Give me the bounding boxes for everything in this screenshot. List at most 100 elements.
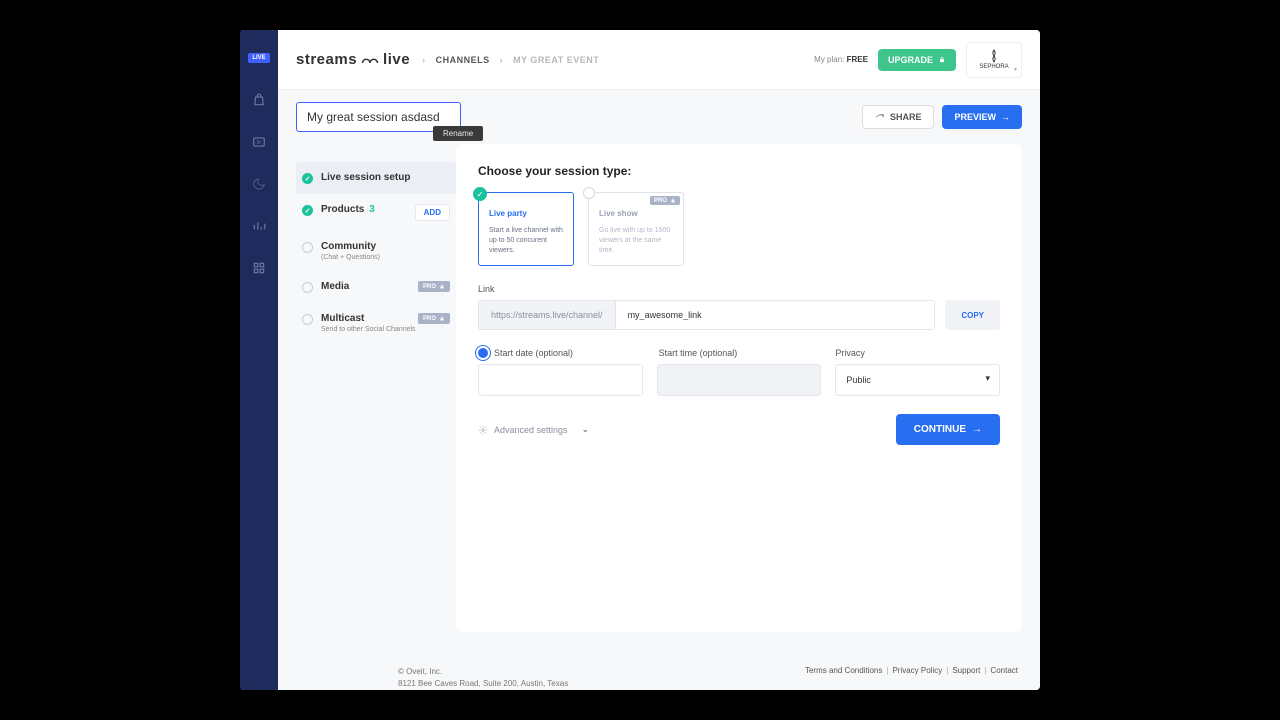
nav-moon[interactable] (248, 174, 270, 194)
advanced-label: Advanced settings (494, 425, 568, 435)
copy-button[interactable]: COPY (945, 300, 1000, 330)
step-community[interactable]: Community (Chat + Questions) (296, 231, 456, 271)
share-button[interactable]: SHARE (862, 105, 935, 129)
app-window: LIVE streams live › CHANNELS › MY GREAT E… (240, 30, 1040, 690)
brand-switcher[interactable]: SEPHORA ▾ (966, 42, 1022, 78)
link-contact[interactable]: Contact (990, 666, 1018, 690)
date-privacy-row: Start date (optional) Start time (option… (478, 348, 1000, 396)
plan-label: My plan: FREE (814, 55, 868, 64)
pro-badge: PRO (650, 196, 680, 205)
subheader: Rename SHARE PREVIEW → (278, 90, 1040, 132)
radio-icon (583, 187, 595, 199)
nav-bars[interactable] (248, 216, 270, 236)
type-desc: Go live with up to 1500 viewers at the s… (599, 226, 673, 255)
start-time-label: Start time (optional) (659, 348, 738, 358)
brand-name: SEPHORA (979, 64, 1008, 70)
panel-footer-row: Advanced settings ⌄ CONTINUE → (478, 414, 1000, 445)
step-label: Products (321, 204, 364, 215)
check-icon: ✓ (473, 187, 487, 201)
moon-icon (252, 177, 266, 191)
play-icon (252, 135, 266, 149)
share-icon (875, 112, 885, 122)
footer: © Oveit, Inc. 8121 Bee Caves Road, Suite… (278, 650, 1040, 690)
chevron-right-icon: › (500, 55, 504, 65)
continue-button[interactable]: CONTINUE → (896, 414, 1000, 445)
setup-panel: Choose your session type: ✓ Live party S… (456, 144, 1022, 632)
type-live-show[interactable]: PRO Live show Go live with up to 1500 vi… (588, 192, 684, 266)
arrow-right-icon: → (1001, 112, 1010, 122)
footer-links: Terms and Conditions| Privacy Policy| Su… (805, 666, 1018, 690)
lock-icon (670, 197, 676, 204)
bag-icon (252, 93, 266, 107)
start-date-label: Start date (optional) (494, 348, 573, 358)
step-label: Community (321, 241, 376, 252)
link-terms[interactable]: Terms and Conditions (805, 666, 882, 690)
brand-icon (989, 49, 999, 63)
preview-label: PREVIEW (954, 112, 996, 122)
side-rail: LIVE (240, 30, 278, 690)
lock-icon (439, 283, 445, 290)
crumb-channels[interactable]: CHANNELS (436, 55, 490, 65)
top-bar: streamslive › CHANNELS › MY GREAT EVENT … (278, 30, 1040, 90)
logo[interactable]: streams live (296, 51, 410, 68)
logo-suffix: live (383, 51, 410, 68)
step-sublabel: (Chat + Questions) (321, 254, 380, 261)
main-area: streamslive › CHANNELS › MY GREAT EVENT … (278, 30, 1040, 690)
chevron-down-icon: ⌄ (582, 424, 590, 435)
preview-button[interactable]: PREVIEW → (942, 105, 1022, 129)
nav-live[interactable]: LIVE (248, 48, 270, 68)
privacy-label: Privacy (835, 348, 865, 358)
step-sublabel: Send to other Social Channels (321, 326, 416, 333)
step-label: Media (321, 281, 349, 292)
live-icon: LIVE (248, 53, 269, 63)
content-row: Live session setup Products 3 ADD Commun… (278, 132, 1040, 650)
step-label: Live session setup (321, 172, 410, 183)
products-count: 3 (369, 204, 375, 215)
step-indicator (302, 282, 313, 293)
nav-grid[interactable] (248, 258, 270, 278)
footer-legal: © Oveit, Inc. 8121 Bee Caves Road, Suite… (398, 666, 568, 690)
privacy-select[interactable] (835, 364, 1000, 396)
steps-list: Live session setup Products 3 ADD Commun… (296, 144, 456, 632)
start-date-input[interactable] (478, 364, 643, 396)
type-title: Live show (599, 209, 673, 218)
link-label: Link (478, 284, 1000, 294)
step-label: Multicast (321, 313, 364, 324)
panel-heading: Choose your session type: (478, 164, 1000, 178)
session-types: ✓ Live party Start a live channel with u… (478, 192, 1000, 266)
arrow-right-icon: → (972, 424, 982, 435)
lock-icon (938, 55, 946, 64)
rename-tooltip: Rename (433, 126, 483, 141)
breadcrumb: › CHANNELS › MY GREAT EVENT (422, 55, 599, 65)
step-media[interactable]: Media PRO (296, 271, 456, 303)
check-icon (302, 205, 313, 216)
chevron-right-icon: › (422, 55, 426, 65)
link-input-group: https://streams.live/channel/ (478, 300, 935, 330)
step-products[interactable]: Products 3 ADD (296, 194, 456, 231)
type-title: Live party (489, 209, 563, 218)
advanced-toggle[interactable]: Advanced settings ⌄ (478, 424, 589, 435)
type-live-party[interactable]: ✓ Live party Start a live channel with u… (478, 192, 574, 266)
pro-badge: PRO (418, 281, 450, 292)
bars-icon (252, 219, 266, 233)
link-slug-input[interactable] (616, 301, 935, 329)
nav-bag[interactable] (248, 90, 270, 110)
type-desc: Start a live channel with up to 50 concu… (489, 226, 563, 255)
upgrade-button[interactable]: UPGRADE (878, 49, 956, 71)
step-setup[interactable]: Live session setup (296, 162, 456, 194)
link-privacy[interactable]: Privacy Policy (892, 666, 942, 690)
add-products-button[interactable]: ADD (415, 204, 450, 221)
check-icon (302, 173, 313, 184)
link-support[interactable]: Support (952, 666, 980, 690)
continue-label: CONTINUE (914, 424, 966, 435)
grid-icon (252, 261, 266, 275)
step-multicast[interactable]: Multicast Send to other Social Channels P… (296, 303, 456, 343)
nav-play[interactable] (248, 132, 270, 152)
chevron-down-icon: ▾ (1014, 66, 1017, 73)
start-time-input[interactable] (657, 364, 822, 396)
pro-badge: PRO (418, 313, 450, 324)
crumb-current: MY GREAT EVENT (513, 55, 599, 65)
logo-text: streams (296, 51, 357, 68)
step-indicator (302, 242, 313, 253)
link-prefix: https://streams.live/channel/ (479, 301, 616, 329)
